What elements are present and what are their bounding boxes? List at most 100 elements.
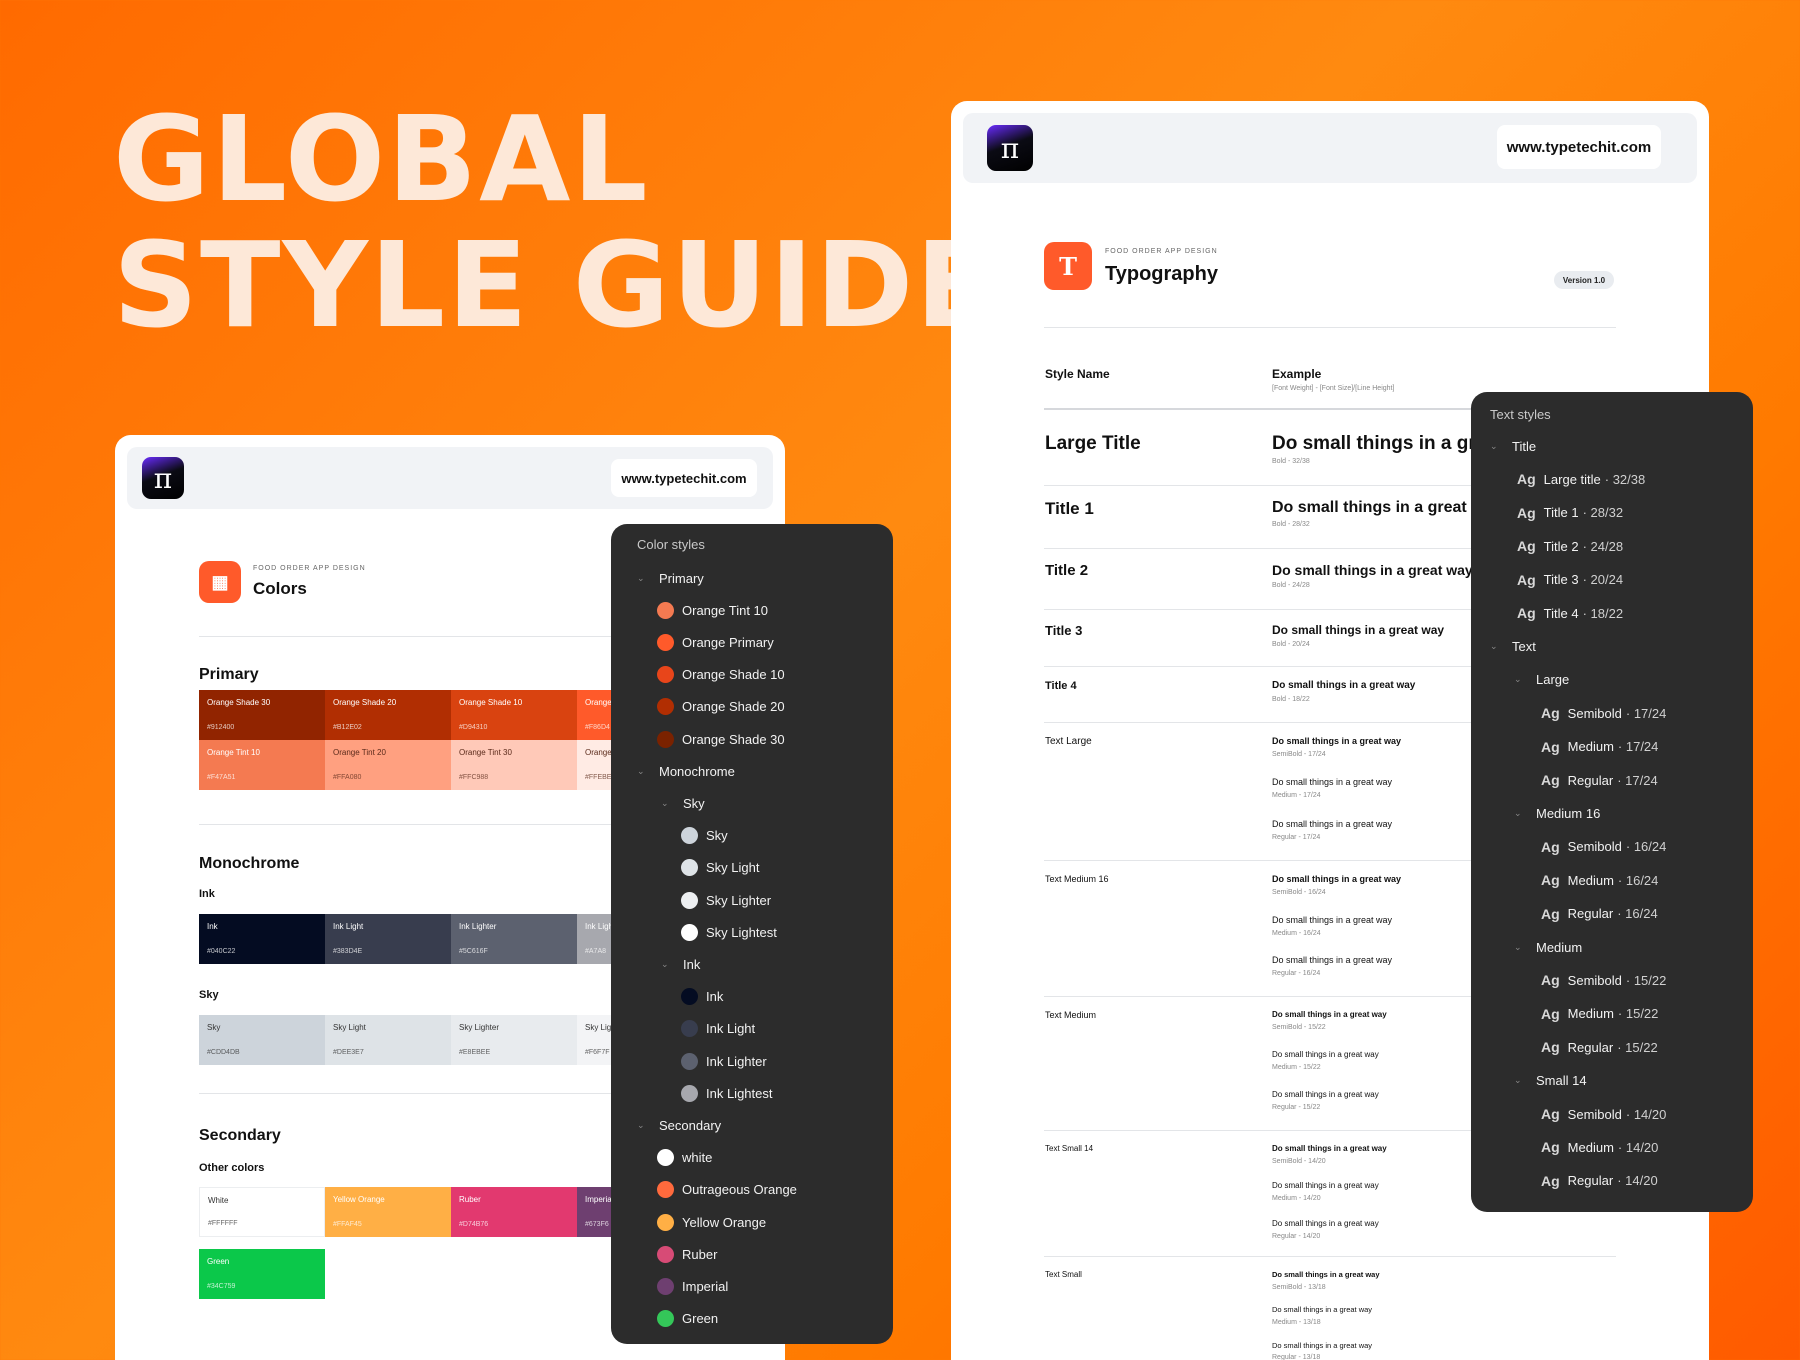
color-style-row[interactable]: white — [657, 1148, 712, 1168]
color-swatch[interactable]: Orange Tint 30 #FFC988 — [451, 740, 577, 790]
text-group-row[interactable]: ⌄ Title — [1490, 436, 1536, 456]
swatch-name: Orange Shade 10 — [459, 698, 523, 707]
text-style-row[interactable]: Ag Regular · 14/20 — [1541, 1171, 1658, 1191]
row-label: Secondary — [659, 1117, 722, 1133]
example-text: Do small things in a great way — [1272, 1050, 1379, 1059]
color-swatch[interactable]: Orange Shade 30 #912400 — [199, 690, 325, 740]
website-url[interactable]: www.typetechit.com — [1497, 125, 1661, 169]
color-dot-icon — [681, 1020, 698, 1038]
row-size: · 32/38 — [1604, 471, 1646, 487]
color-style-row[interactable]: Orange Shade 30 — [657, 729, 785, 749]
color-style-row[interactable]: Ink Lighter — [681, 1051, 767, 1071]
text-style-row[interactable]: Ag Medium · 15/22 — [1541, 1004, 1658, 1024]
row-label: Regular — [1567, 1173, 1614, 1189]
text-style-row[interactable]: Ag Title 2 · 24/28 — [1517, 536, 1623, 556]
text-style-row[interactable]: Ag Title 4 · 18/22 — [1517, 603, 1623, 623]
color-swatch[interactable]: Orange Tint 20 #FFA080 — [325, 740, 451, 790]
color-style-row[interactable]: Ink Light — [681, 1019, 755, 1039]
color-style-row[interactable]: Outrageous Orange — [657, 1180, 797, 1200]
row-label: Sky Lightest — [706, 924, 777, 940]
monochrome-title: Monochrome — [199, 855, 300, 872]
color-swatch[interactable]: Orange Shade 20 #B12E02 — [325, 690, 451, 740]
color-style-row[interactable]: Green — [657, 1309, 718, 1329]
color-style-row[interactable]: Orange Primary — [657, 632, 774, 652]
text-style-icon: Ag — [1541, 1039, 1560, 1056]
color-dot-icon — [657, 1277, 674, 1295]
text-group-row[interactable]: ⌄ Medium 16 — [1514, 803, 1600, 823]
text-style-row[interactable]: Ag Medium · 16/24 — [1541, 870, 1658, 890]
swatch-hex: #383D4E — [333, 948, 363, 955]
chevron-down-icon[interactable]: ⌄ — [1490, 641, 1500, 652]
color-swatch[interactable]: White #FFFFFF — [199, 1187, 325, 1237]
color-swatch[interactable]: Yellow Orange #FFAF45 — [325, 1187, 451, 1237]
example-text: Do small things in a great way — [1272, 914, 1393, 925]
color-style-row[interactable]: Sky Lightest — [681, 922, 777, 942]
chevron-down-icon[interactable]: ⌄ — [661, 798, 671, 809]
typography-card-header: π www.typetechit.com — [963, 113, 1697, 183]
chevron-down-icon[interactable]: ⌄ — [637, 573, 647, 584]
color-group-row[interactable]: ⌄ Monochrome — [637, 761, 735, 781]
color-style-row[interactable]: Orange Shade 10 — [657, 665, 785, 685]
color-style-row[interactable]: Orange Shade 20 — [657, 697, 785, 717]
text-style-row[interactable]: Ag Medium · 17/24 — [1541, 737, 1658, 757]
swatch-name: Orange Tint 20 — [333, 748, 386, 757]
color-swatch[interactable]: Sky Lighter #E8EBEE — [451, 1015, 577, 1065]
color-style-row[interactable]: Ink — [681, 987, 723, 1007]
color-swatch[interactable]: Orange Shade 10 #D94310 — [451, 690, 577, 740]
text-group-row[interactable]: ⌄ Small 14 — [1514, 1071, 1587, 1091]
text-style-row[interactable]: Ag Large title · 32/38 — [1517, 469, 1645, 489]
color-swatch[interactable]: Sky #CDD4DB — [199, 1015, 325, 1065]
chevron-down-icon[interactable]: ⌄ — [1514, 674, 1524, 685]
color-group-row[interactable]: ⌄ Ink — [661, 954, 700, 974]
chevron-down-icon[interactable]: ⌄ — [1514, 1075, 1524, 1086]
swatch-name: Yellow Orange — [333, 1195, 385, 1204]
color-dot-icon — [657, 698, 674, 716]
text-style-row[interactable]: Ag Regular · 16/24 — [1541, 904, 1658, 924]
chevron-down-icon[interactable]: ⌄ — [1514, 942, 1524, 953]
text-style-row[interactable]: Ag Regular · 17/24 — [1541, 770, 1658, 790]
chevron-down-icon[interactable]: ⌄ — [661, 959, 671, 970]
color-swatch[interactable]: Ink Lighter #5C616F — [451, 914, 577, 964]
swatch-hex: #FFC988 — [459, 774, 489, 781]
color-swatch[interactable]: Ruber #D74B76 — [451, 1187, 577, 1237]
text-style-row[interactable]: Ag Title 1 · 28/32 — [1517, 503, 1623, 523]
text-style-row[interactable]: Ag Semibold · 17/24 — [1541, 703, 1666, 723]
color-style-row[interactable]: Ruber — [657, 1244, 717, 1264]
color-group-row[interactable]: ⌄ Secondary — [637, 1115, 721, 1135]
chevron-down-icon[interactable]: ⌄ — [637, 766, 647, 777]
color-style-row[interactable]: Imperial — [657, 1276, 728, 1296]
color-style-row[interactable]: Yellow Orange — [657, 1212, 766, 1232]
style-name: Text Medium 16 — [1045, 874, 1109, 884]
color-style-row[interactable]: Sky Lighter — [681, 890, 771, 910]
text-style-row[interactable]: Ag Semibold · 14/20 — [1541, 1104, 1666, 1124]
example-text: Do small things in a great way — [1272, 1010, 1387, 1019]
website-url[interactable]: www.typetechit.com — [611, 459, 757, 497]
text-group-row[interactable]: ⌄ Large — [1514, 670, 1569, 690]
text-style-row[interactable]: Ag Title 3 · 20/24 — [1517, 570, 1623, 590]
text-style-row[interactable]: Ag Semibold · 16/24 — [1541, 837, 1666, 857]
text-style-row[interactable]: Ag Medium · 14/20 — [1541, 1137, 1658, 1157]
color-style-row[interactable]: Sky Light — [681, 858, 759, 878]
text-group-row[interactable]: ⌄ Medium — [1514, 937, 1582, 957]
color-swatch[interactable]: Ink Light #383D4E — [325, 914, 451, 964]
color-group-row[interactable]: ⌄ Primary — [637, 568, 704, 588]
example-text: Do small things in a great way — [1272, 1181, 1379, 1191]
color-swatch[interactable]: Ink #040C22 — [199, 914, 325, 964]
color-group-row[interactable]: ⌄ Sky — [661, 793, 705, 813]
example-text: Do small things in a great way — [1272, 955, 1393, 966]
chevron-down-icon[interactable]: ⌄ — [1490, 441, 1500, 452]
color-style-row[interactable]: Orange Tint 10 — [657, 600, 768, 620]
row-size: · 28/32 — [1582, 505, 1624, 521]
style-name: Text Large — [1045, 736, 1092, 747]
text-style-row[interactable]: Ag Regular · 15/22 — [1541, 1037, 1658, 1057]
color-style-row[interactable]: Sky — [681, 826, 728, 846]
text-group-row[interactable]: ⌄ Text — [1490, 636, 1536, 656]
color-swatch[interactable]: Orange Tint 10 #F47A51 — [199, 740, 325, 790]
color-style-row[interactable]: Ink Lightest — [681, 1083, 773, 1103]
color-swatch[interactable]: Sky Light #DEE3E7 — [325, 1015, 451, 1065]
text-style-row[interactable]: Ag Semibold · 15/22 — [1541, 970, 1666, 990]
style-name: Text Medium — [1045, 1010, 1097, 1020]
chevron-down-icon[interactable]: ⌄ — [1514, 808, 1524, 819]
chevron-down-icon[interactable]: ⌄ — [637, 1120, 647, 1131]
color-swatch[interactable]: Green #34C759 — [199, 1249, 325, 1299]
